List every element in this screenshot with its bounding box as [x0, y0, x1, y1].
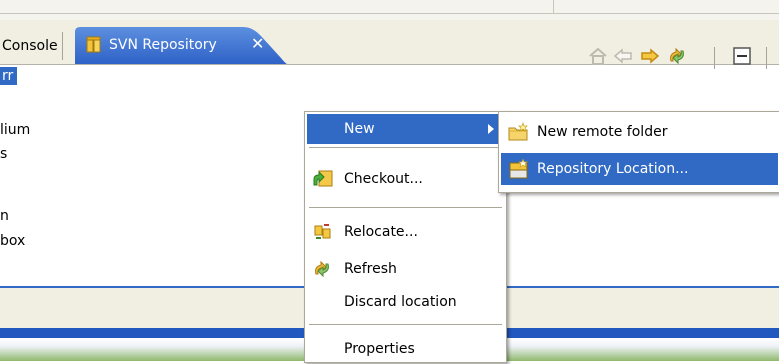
tree-item[interactable]: s [0, 145, 7, 163]
tree-item[interactable]: box [0, 232, 25, 250]
top-strip [0, 0, 779, 20]
view-tab-bar: Console SVN Repository ✕ [0, 20, 779, 69]
menu-item-repository-location[interactable]: Repository Location... [501, 153, 778, 185]
menu-item-new-remote-folder-label: New remote folder [537, 124, 668, 140]
menu-item-relocate-label: Relocate... [344, 224, 418, 240]
menu-item-discard-location[interactable]: Discard location [307, 287, 504, 317]
tree-item[interactable]: lium [0, 121, 30, 139]
forward-icon[interactable] [639, 45, 661, 67]
menu-item-refresh-label: Refresh [344, 261, 397, 277]
top-divider [0, 13, 779, 14]
relocate-icon [312, 222, 334, 242]
top-separator [553, 0, 554, 14]
new-folder-icon [508, 121, 530, 142]
refresh-icon [312, 259, 334, 279]
toolbar-separator [714, 47, 715, 69]
menu-item-relocate[interactable]: Relocate... [307, 217, 504, 247]
svn-repository-icon [85, 36, 103, 58]
menu-item-properties-label: Properties [344, 341, 415, 357]
submenu-arrow-icon [488, 124, 494, 134]
menu-item-discard-label: Discard location [344, 294, 457, 310]
repository-location-icon [508, 157, 530, 179]
tab-console-label: Console [2, 38, 58, 54]
menu-item-new-remote-folder[interactable]: New remote folder [501, 116, 778, 148]
tab-svn-repository[interactable]: SVN Repository ✕ [75, 26, 287, 64]
back-icon[interactable] [612, 45, 634, 67]
home-icon[interactable] [587, 45, 609, 67]
collapse-all-icon[interactable] [731, 45, 753, 67]
tree-item-selected[interactable]: rr [0, 67, 18, 85]
refresh-icon[interactable] [666, 45, 688, 67]
tree-item[interactable]: n [0, 207, 9, 225]
toolbar-separator-right [766, 47, 767, 69]
new-submenu: New remote folder Repository Location... [498, 111, 779, 193]
menu-item-new[interactable]: New [307, 114, 504, 144]
checkout-icon [312, 169, 334, 189]
menu-item-properties[interactable]: Properties [307, 334, 504, 364]
menu-separator [309, 147, 502, 148]
context-menu: New Checkout... Relocate... Refresh Disc… [304, 111, 507, 363]
tab-console[interactable]: Console [0, 32, 63, 60]
menu-item-checkout[interactable]: Checkout... [307, 164, 504, 194]
menu-item-refresh[interactable]: Refresh [307, 254, 504, 284]
menu-separator [309, 324, 502, 325]
menu-item-new-label: New [344, 121, 375, 137]
menu-separator [309, 207, 502, 208]
menu-item-repository-location-label: Repository Location... [537, 161, 689, 177]
menu-item-checkout-label: Checkout... [344, 171, 423, 187]
tab-svn-repository-label: SVN Repository [109, 37, 217, 53]
close-icon[interactable]: ✕ [251, 34, 264, 54]
